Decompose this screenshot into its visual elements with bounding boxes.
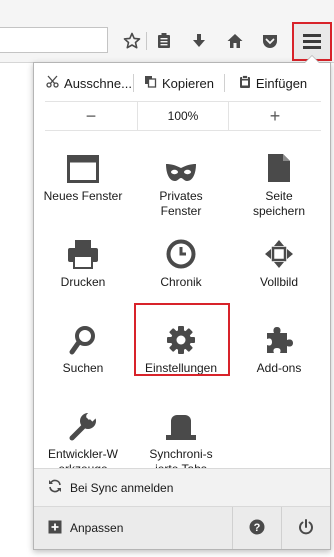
private-mask-icon: [165, 143, 197, 183]
sync-icon: [48, 479, 62, 496]
edit-controls: Ausschne... Kopieren Einfügen: [45, 70, 321, 96]
toolbar-separator: [146, 32, 147, 50]
synced-tabs-icon: [165, 401, 197, 441]
private-window-label: Privates Fenster: [159, 189, 203, 218]
reading-list-icon[interactable]: [151, 28, 177, 54]
customize-button[interactable]: Anpassen: [34, 507, 232, 549]
bookmark-star-icon[interactable]: [119, 28, 145, 54]
paste-button[interactable]: Einfügen: [225, 70, 321, 96]
settings-highlight-frame: [134, 303, 230, 376]
main-menu-panel: Ausschne... Kopieren Einfügen − 100% + N…: [33, 56, 331, 550]
history-label: Chronik: [160, 275, 202, 289]
menu-footer: Anpassen ?: [34, 506, 330, 549]
url-bar[interactable]: [0, 27, 108, 53]
cut-button[interactable]: Ausschne...: [45, 70, 133, 96]
svg-text:?: ?: [254, 522, 261, 534]
home-icon[interactable]: [222, 28, 248, 54]
download-icon[interactable]: [186, 28, 212, 54]
power-icon: [298, 518, 314, 538]
copy-label: Kopieren: [161, 75, 215, 91]
wrench-icon: [68, 401, 98, 441]
sync-signin-button[interactable]: Bei Sync anmelden: [34, 468, 330, 506]
sync-label: Bei Sync anmelden: [70, 480, 174, 495]
print-button[interactable]: Drucken: [34, 223, 132, 309]
find-label: Suchen: [62, 361, 104, 375]
zoom-controls: − 100% +: [45, 101, 321, 131]
history-clock-icon: [166, 229, 196, 269]
zoom-reset-button[interactable]: 100%: [137, 102, 229, 130]
new-window-button[interactable]: Neues Fenster: [34, 137, 132, 223]
zoom-out-button[interactable]: −: [45, 106, 137, 127]
help-button[interactable]: ?: [232, 507, 281, 549]
save-page-label: Seite speichern: [252, 189, 306, 218]
customize-plus-icon: [48, 520, 62, 537]
fullscreen-button[interactable]: Vollbild: [230, 223, 328, 309]
pocket-icon[interactable]: [257, 28, 283, 54]
panel-arrow-inner: [305, 56, 319, 63]
quit-button[interactable]: [281, 507, 330, 549]
fullscreen-label: Vollbild: [259, 275, 299, 289]
print-label: Drucken: [60, 275, 106, 289]
copy-button[interactable]: Kopieren: [134, 70, 224, 96]
zoom-in-button[interactable]: +: [229, 106, 321, 127]
new-window-icon: [67, 143, 99, 183]
hamburger-menu-icon: [303, 33, 321, 55]
addons-label: Add-ons: [256, 361, 302, 375]
scissors-icon: [46, 75, 59, 91]
history-button[interactable]: Chronik: [132, 223, 230, 309]
clipboard-icon: [239, 75, 251, 91]
help-icon: ?: [249, 519, 265, 538]
puzzle-icon: [264, 315, 294, 355]
new-window-label: Neues Fenster: [43, 189, 123, 203]
fullscreen-icon: [264, 229, 294, 269]
find-button[interactable]: Suchen: [34, 309, 132, 395]
private-window-button[interactable]: Privates Fenster: [132, 137, 230, 223]
save-page-button[interactable]: Seite speichern: [230, 137, 328, 223]
copy-icon: [144, 75, 157, 91]
customize-label: Anpassen: [70, 521, 124, 535]
browser-toolbar: [0, 0, 334, 63]
paste-label: Einfügen: [255, 75, 308, 91]
search-icon: [69, 315, 97, 355]
addons-button[interactable]: Add-ons: [230, 309, 328, 395]
save-page-icon: [267, 143, 291, 183]
print-icon: [67, 229, 99, 269]
cut-label: Ausschne...: [64, 75, 132, 91]
